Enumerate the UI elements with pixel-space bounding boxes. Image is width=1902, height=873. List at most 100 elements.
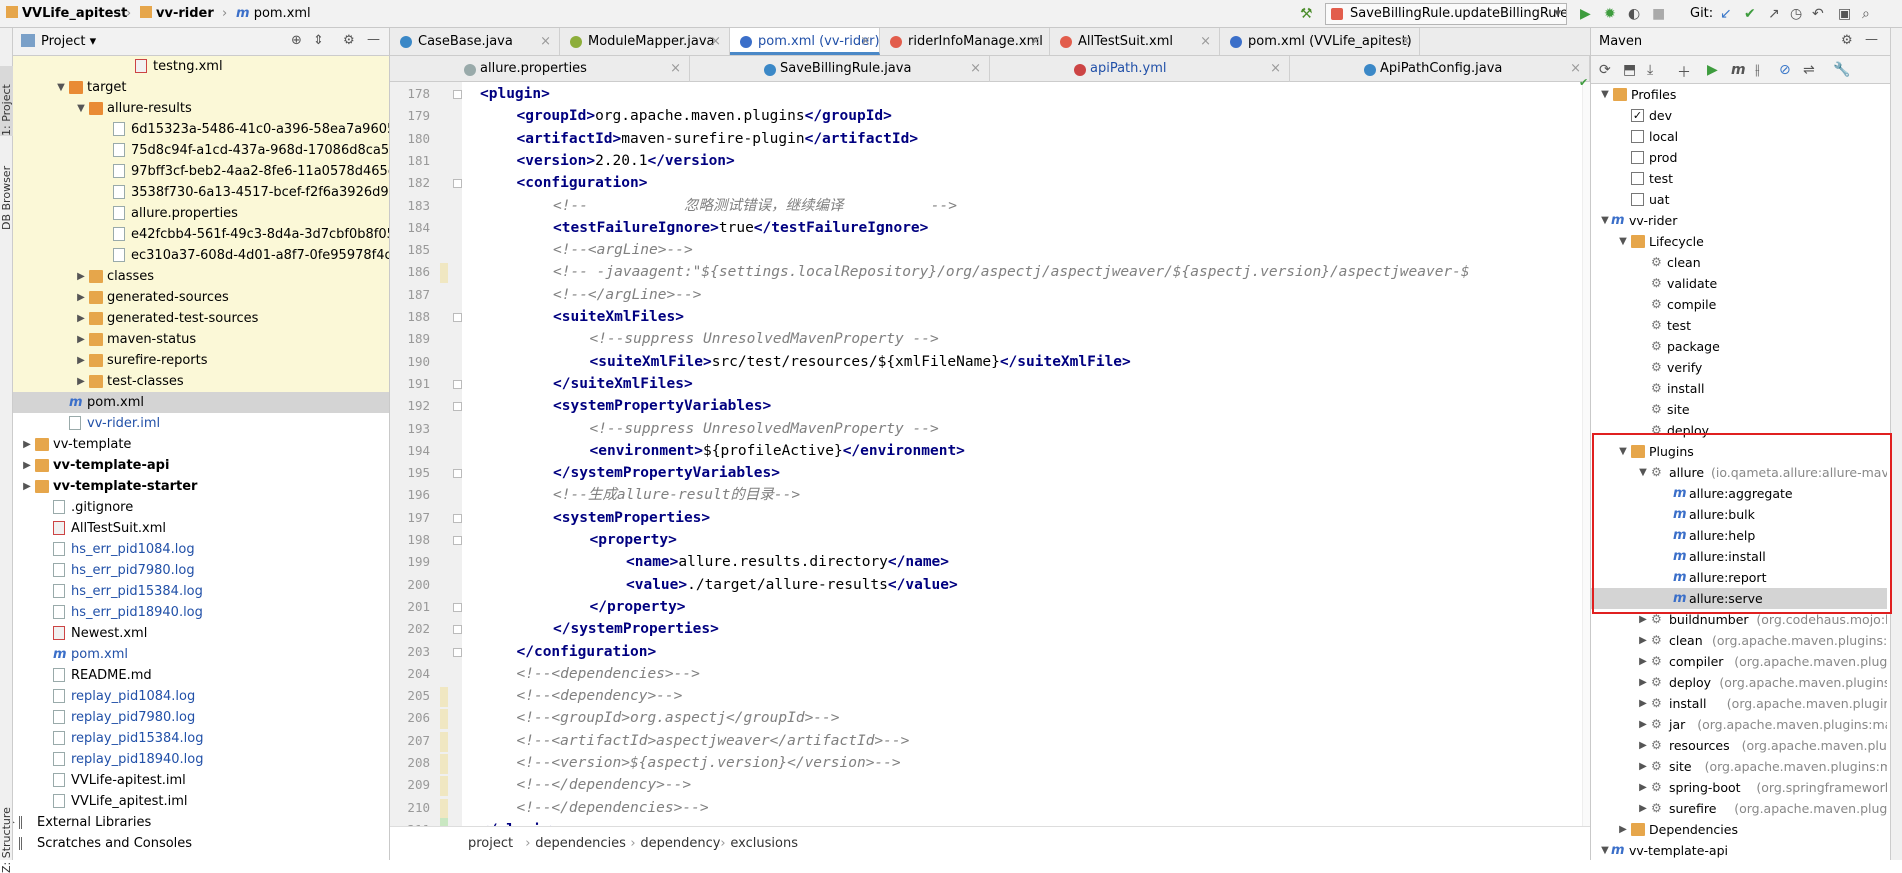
tree-file-row[interactable]: ▶ vv-template-starter [13,476,389,497]
git-update-icon[interactable]: ↙ [1720,6,1732,22]
tree-file-row[interactable]: 75d8c94f-a1cd-437a-968d-17086d8ca59c-co [13,140,389,161]
editor-tab[interactable]: SaveBillingRule.java × [690,56,990,82]
tree-folder-row[interactable]: ▶ generated-test-sources [13,308,389,329]
close-icon[interactable]: × [710,28,721,55]
tree-file-row[interactable]: VVLife_apitest.iml [13,791,389,812]
profile-checkbox[interactable] [1631,151,1644,164]
close-icon[interactable]: × [540,28,551,55]
chevron-right-icon[interactable]: ▶ [75,329,87,350]
tree-folder-row[interactable]: ▶ test-classes [13,371,389,392]
close-icon[interactable]: × [1270,56,1281,82]
tree-file-row[interactable]: replay_pid7980.log [13,707,389,728]
tree-folder-row[interactable]: ▼ target [13,77,389,98]
maven-lifecycle-goal[interactable]: ⚙ clean [1591,252,1887,273]
chevron-right-icon[interactable]: ▶ [1637,714,1649,735]
execute-goal-icon[interactable]: m [1731,62,1746,78]
maven-lifecycle-node[interactable]: ▼ Lifecycle [1591,231,1887,252]
code-editor[interactable]: <plugin> <groupId>org.apache.maven.plugin… [462,82,1582,826]
maven-lifecycle-goal[interactable]: ⚙ deploy [1591,420,1887,441]
run-icon[interactable]: ▶ [1580,6,1591,22]
tree-file-row[interactable]: AllTestSuit.xml [13,518,389,539]
fold-marker-icon[interactable] [453,402,462,412]
coverage-icon[interactable]: ◐ [1628,6,1640,22]
editor-tab[interactable]: riderInfoManage.xml × [880,28,1050,55]
maven-plugin-node[interactable]: ▶⚙ jar (org.apache.maven.plugins:maven- [1591,714,1887,735]
profile-checkbox[interactable] [1631,193,1644,206]
collapse-all-icon[interactable]: ⇕ [313,33,324,48]
maven-profiles-node[interactable]: ▼ Profiles [1591,84,1887,105]
history-icon[interactable]: ◷ [1790,6,1802,22]
git-commit-icon[interactable]: ✔ [1744,6,1756,22]
chevron-right-icon[interactable]: ▶ [1637,609,1649,630]
chevron-right-icon[interactable]: ▶ [1637,798,1649,819]
toggle-offline-icon[interactable]: ⫲ [1755,62,1760,78]
chevron-right-icon[interactable]: ▶ [75,350,87,371]
maven-plugin-goal[interactable]: m allure:bulk [1591,504,1887,525]
chevron-down-icon[interactable]: ▼ [1599,210,1611,231]
chevron-right-icon[interactable]: ▶ [1617,819,1629,840]
tree-file-row[interactable]: ▶ vv-template-api [13,455,389,476]
tree-file-row[interactable]: Scratches and Consoles [13,833,389,854]
maven-module-node[interactable]: ▼ m vv-rider [1591,210,1887,231]
search-everywhere-icon[interactable]: ⌕ [1862,6,1870,22]
maven-plugin-node[interactable]: ▶⚙ site (org.apache.maven.plugins:maven [1591,756,1887,777]
chevron-right-icon[interactable]: ▶ [1637,672,1649,693]
reload-icon[interactable]: ⟳ [1599,62,1611,78]
maven-lifecycle-goal[interactable]: ⚙ site [1591,399,1887,420]
editor-tab[interactable]: pom.xml (vv-rider) × [730,28,880,55]
tree-folder-row[interactable]: ▶ surefire-reports [13,350,389,371]
chevron-down-icon[interactable]: ▼ [1599,84,1611,105]
run-goal-icon[interactable]: ▶ [1707,62,1718,78]
close-icon[interactable]: × [670,56,681,82]
tree-folder-row[interactable]: ▶ maven-status [13,329,389,350]
maven-profile-item[interactable]: local [1591,126,1887,147]
chevron-right-icon[interactable]: ▶ [1637,693,1649,714]
fold-marker-icon[interactable] [453,647,462,657]
chevron-right-icon[interactable]: ▶ [21,455,33,476]
chevron-down-icon[interactable]: ▼ [1617,231,1629,252]
tree-file-row[interactable]: VVLife-apitest.iml [13,770,389,791]
project-view-select[interactable]: Project ▾ [41,34,96,49]
tree-file-row[interactable]: e42fcbb4-561f-49c3-8d4a-3d7cbf0b8f05-co [13,224,389,245]
maven-tool-settings-icon[interactable]: 🔧 [1833,62,1850,78]
tree-file-row[interactable]: 3538f730-6a13-4517-bcef-f2f6a3926d9a-res [13,182,389,203]
build-icon[interactable]: ⚒ [1300,6,1313,22]
editor-tab[interactable]: allure.properties × [390,56,690,82]
close-icon[interactable]: × [860,28,871,52]
tree-file-row[interactable]: hs_err_pid18940.log [13,602,389,623]
tree-file-row[interactable]: hs_err_pid7980.log [13,560,389,581]
tree-file-row[interactable]: ec310a37-608d-4d01-a8f7-0fe95978f4c1-co [13,245,389,266]
skip-tests-icon[interactable]: ⊘ [1779,62,1791,78]
maven-plugin-goal[interactable]: m allure:aggregate [1591,483,1887,504]
breadcrumb-item[interactable]: dependency [640,836,720,851]
breadcrumb-file[interactable]: m pom.xml [236,6,311,21]
fold-marker-icon[interactable] [453,536,462,545]
breadcrumb-item[interactable]: dependencies [535,836,626,851]
tree-file-row[interactable]: allure.properties [13,203,389,224]
editor-tab[interactable]: apiPath.yml × [990,56,1290,82]
rollback-icon[interactable]: ↶ [1812,6,1824,22]
project-structure-icon[interactable]: ▣ [1838,6,1851,22]
git-push-icon[interactable]: ↗ [1768,6,1780,22]
fold-marker-icon[interactable] [453,90,462,99]
maven-plugin-node[interactable]: ▶⚙ clean (org.apache.maven.plugins:mave [1591,630,1887,651]
tree-folder-row[interactable]: ▶ generated-sources [13,287,389,308]
tree-folder-row[interactable]: ▶ classes [13,266,389,287]
run-configuration-select[interactable]: SaveBillingRule.updateBillingRules ▾ [1325,3,1567,25]
chevron-right-icon[interactable]: ▶ [75,308,87,329]
chevron-right-icon[interactable]: ▶ [1637,777,1649,798]
tree-file-row[interactable]: m pom.xml [13,644,389,665]
editor-tab[interactable]: ModuleMapper.java × [560,28,730,55]
chevron-right-icon[interactable]: ▶ [1637,651,1649,672]
chevron-right-icon[interactable]: ▶ [75,287,87,308]
maven-settings-icon[interactable]: ⚙ [1841,33,1853,48]
fold-marker-icon[interactable] [453,313,462,322]
breadcrumb-item[interactable]: exclusions [730,836,798,851]
fold-marker-icon[interactable] [453,179,462,189]
maven-profile-item[interactable]: ✓ dev [1591,105,1887,126]
maven-plugin-node[interactable]: ▶⚙ resources (org.apache.maven.plugins: [1591,735,1887,756]
tree-file-row[interactable]: testng.xml [13,56,389,77]
maven-plugin-goal[interactable]: m allure:help [1591,525,1887,546]
close-icon[interactable]: × [1400,28,1411,55]
tree-file-row[interactable]: replay_pid18940.log [13,749,389,770]
